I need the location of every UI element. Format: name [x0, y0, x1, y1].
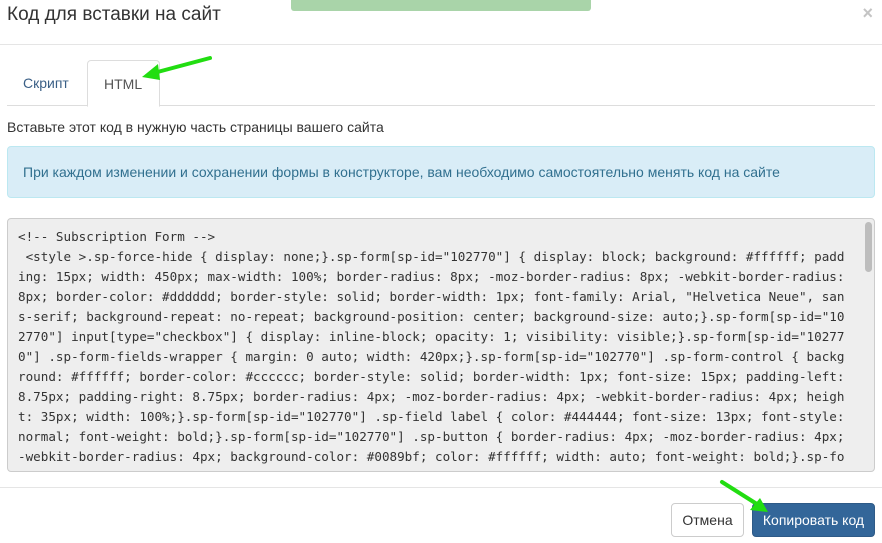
tab-script[interactable]: Скрипт — [7, 60, 85, 106]
instruction-text: Вставьте этот код в нужную часть страниц… — [7, 119, 384, 135]
annotation-arrow-icon — [142, 56, 212, 80]
info-alert-text: При каждом изменении и сохранении формы … — [23, 164, 780, 180]
annotation-arrow-icon — [720, 480, 768, 512]
embed-code[interactable]: <!-- Subscription Form --> <style >.sp-f… — [8, 219, 874, 471]
scrollbar-thumb[interactable] — [865, 222, 872, 272]
header-divider — [0, 44, 882, 45]
modal-title: Код для вставки на сайт — [7, 4, 221, 25]
close-icon[interactable]: × — [862, 3, 873, 24]
tab-bar: Скрипт HTML — [7, 60, 875, 107]
notification-toast — [291, 0, 591, 11]
scrollbar-track[interactable] — [863, 220, 873, 470]
info-alert: При каждом изменении и сохранении формы … — [7, 146, 875, 198]
code-textarea[interactable]: <!-- Subscription Form --> <style >.sp-f… — [7, 218, 875, 472]
